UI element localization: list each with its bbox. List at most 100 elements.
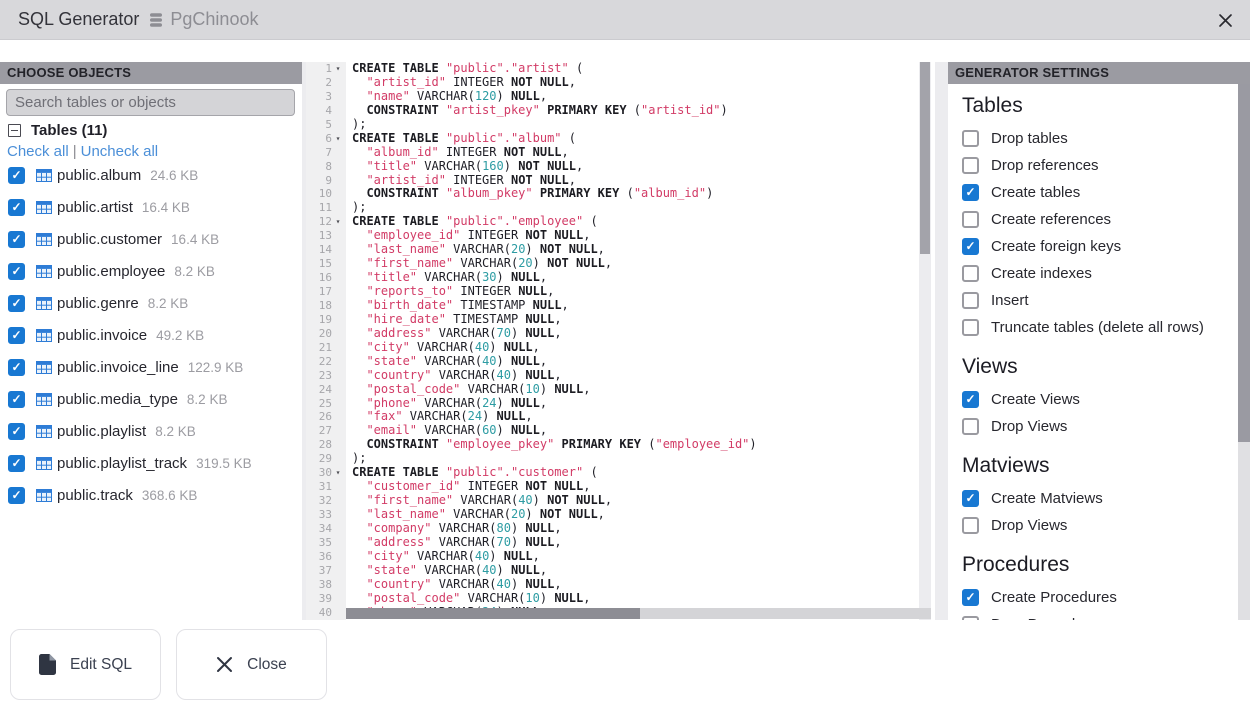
check-all-link[interactable]: Check all: [7, 143, 69, 160]
line-number[interactable]: 26: [306, 410, 346, 424]
code-line[interactable]: "employee_id" INTEGER NOT NULL,: [352, 229, 919, 243]
editor-vertical-scrollbar[interactable]: [919, 62, 931, 620]
table-checkbox[interactable]: [8, 487, 25, 504]
line-number[interactable]: 18: [306, 299, 346, 313]
option-checkbox[interactable]: [962, 130, 979, 147]
line-number[interactable]: 15: [306, 257, 346, 271]
code-line[interactable]: "birth_date" TIMESTAMP NULL,: [352, 299, 919, 313]
table-row[interactable]: public.invoice_line 122.9 KB: [0, 351, 302, 383]
code-line[interactable]: "reports_to" INTEGER NULL,: [352, 285, 919, 299]
table-checkbox[interactable]: [8, 263, 25, 280]
code-line[interactable]: "address" VARCHAR(70) NULL,: [352, 536, 919, 550]
table-row[interactable]: public.album 24.6 KB: [0, 159, 302, 191]
fold-icon[interactable]: ▾: [332, 215, 344, 229]
option-row[interactable]: Drop Views: [962, 512, 1240, 539]
fold-icon[interactable]: ▾: [332, 62, 344, 76]
line-number[interactable]: 33: [306, 508, 346, 522]
line-number[interactable]: 17: [306, 285, 346, 299]
code-line[interactable]: "company" VARCHAR(80) NULL,: [352, 522, 919, 536]
code-line[interactable]: "hire_date" TIMESTAMP NULL,: [352, 313, 919, 327]
option-checkbox[interactable]: [962, 238, 979, 255]
fold-icon[interactable]: ▾: [332, 132, 344, 146]
line-number[interactable]: 5: [306, 118, 346, 132]
dialog-close-icon[interactable]: [1216, 11, 1234, 29]
code-line[interactable]: "first_name" VARCHAR(40) NOT NULL,: [352, 494, 919, 508]
line-number[interactable]: 3: [306, 90, 346, 104]
option-checkbox[interactable]: [962, 265, 979, 282]
table-checkbox[interactable]: [8, 231, 25, 248]
table-row[interactable]: public.artist 16.4 KB: [0, 191, 302, 223]
option-checkbox[interactable]: [962, 490, 979, 507]
table-row[interactable]: public.track 368.6 KB: [0, 479, 302, 511]
table-row[interactable]: public.employee 8.2 KB: [0, 255, 302, 287]
code-line[interactable]: CREATE TABLE "public"."artist" (: [352, 62, 919, 76]
settings-scrollbar-thumb[interactable]: [1238, 84, 1250, 442]
option-row[interactable]: Insert: [962, 287, 1240, 314]
line-number[interactable]: 20: [306, 327, 346, 341]
table-row[interactable]: public.customer 16.4 KB: [0, 223, 302, 255]
option-checkbox[interactable]: [962, 211, 979, 228]
line-number[interactable]: 22: [306, 355, 346, 369]
line-number[interactable]: 37: [306, 564, 346, 578]
code-line[interactable]: "customer_id" INTEGER NOT NULL,: [352, 480, 919, 494]
code-line[interactable]: "album_id" INTEGER NOT NULL,: [352, 146, 919, 160]
code-line[interactable]: "city" VARCHAR(40) NULL,: [352, 341, 919, 355]
editor-vertical-scrollbar-thumb[interactable]: [920, 62, 930, 254]
option-row[interactable]: Create foreign keys: [962, 233, 1240, 260]
line-number[interactable]: 4: [306, 104, 346, 118]
line-number[interactable]: 23: [306, 369, 346, 383]
code-line[interactable]: CREATE TABLE "public"."customer" (: [352, 466, 919, 480]
line-number[interactable]: 16: [306, 271, 346, 285]
code-line[interactable]: CREATE TABLE "public"."employee" (: [352, 215, 919, 229]
option-row[interactable]: Drop tables: [962, 125, 1240, 152]
line-number[interactable]: 30▾: [306, 466, 346, 480]
code-line[interactable]: "last_name" VARCHAR(20) NOT NULL,: [352, 243, 919, 257]
code-line[interactable]: "city" VARCHAR(40) NULL,: [352, 550, 919, 564]
option-checkbox[interactable]: [962, 418, 979, 435]
table-row[interactable]: public.playlist 8.2 KB: [0, 415, 302, 447]
code-line[interactable]: "name" VARCHAR(120) NULL,: [352, 90, 919, 104]
option-row[interactable]: Create Matviews: [962, 485, 1240, 512]
line-number[interactable]: 28: [306, 438, 346, 452]
table-row[interactable]: public.invoice 49.2 KB: [0, 319, 302, 351]
code-line[interactable]: "postal_code" VARCHAR(10) NULL,: [352, 383, 919, 397]
table-row[interactable]: public.playlist_track 319.5 KB: [0, 447, 302, 479]
line-number[interactable]: 2: [306, 76, 346, 90]
line-number[interactable]: 39: [306, 592, 346, 606]
fold-icon[interactable]: ▾: [332, 466, 344, 480]
line-number[interactable]: 24: [306, 383, 346, 397]
code-area[interactable]: CREATE TABLE "public"."artist" ( "artist…: [352, 62, 919, 620]
table-checkbox[interactable]: [8, 199, 25, 216]
code-line[interactable]: "state" VARCHAR(40) NULL,: [352, 564, 919, 578]
editor-horizontal-scrollbar[interactable]: [346, 608, 931, 619]
code-line[interactable]: "phone" VARCHAR(24) NULL,: [352, 397, 919, 411]
table-checkbox[interactable]: [8, 391, 25, 408]
uncheck-all-link[interactable]: Uncheck all: [81, 143, 159, 160]
code-line[interactable]: "last_name" VARCHAR(20) NOT NULL,: [352, 508, 919, 522]
code-line[interactable]: "fax" VARCHAR(24) NULL,: [352, 410, 919, 424]
code-line[interactable]: "country" VARCHAR(40) NULL,: [352, 369, 919, 383]
close-button[interactable]: Close: [176, 629, 327, 700]
line-number[interactable]: 29: [306, 452, 346, 466]
settings-scrollbar[interactable]: [1238, 84, 1250, 620]
option-checkbox[interactable]: [962, 292, 979, 309]
code-line[interactable]: "state" VARCHAR(40) NULL,: [352, 355, 919, 369]
line-number[interactable]: 8: [306, 160, 346, 174]
option-row[interactable]: Create Views: [962, 386, 1240, 413]
code-line[interactable]: "first_name" VARCHAR(20) NOT NULL,: [352, 257, 919, 271]
code-line[interactable]: CREATE TABLE "public"."album" (: [352, 132, 919, 146]
option-row[interactable]: Create indexes: [962, 260, 1240, 287]
line-number[interactable]: 19: [306, 313, 346, 327]
code-line[interactable]: "title" VARCHAR(30) NULL,: [352, 271, 919, 285]
collapse-icon[interactable]: [8, 124, 21, 137]
code-line[interactable]: );: [352, 118, 919, 132]
line-number[interactable]: 38: [306, 578, 346, 592]
code-line[interactable]: );: [352, 452, 919, 466]
code-line[interactable]: "address" VARCHAR(70) NULL,: [352, 327, 919, 341]
option-checkbox[interactable]: [962, 391, 979, 408]
table-checkbox[interactable]: [8, 295, 25, 312]
table-checkbox[interactable]: [8, 359, 25, 376]
table-row[interactable]: public.media_type 8.2 KB: [0, 383, 302, 415]
line-number[interactable]: 36: [306, 550, 346, 564]
code-line[interactable]: "artist_id" INTEGER NOT NULL,: [352, 174, 919, 188]
